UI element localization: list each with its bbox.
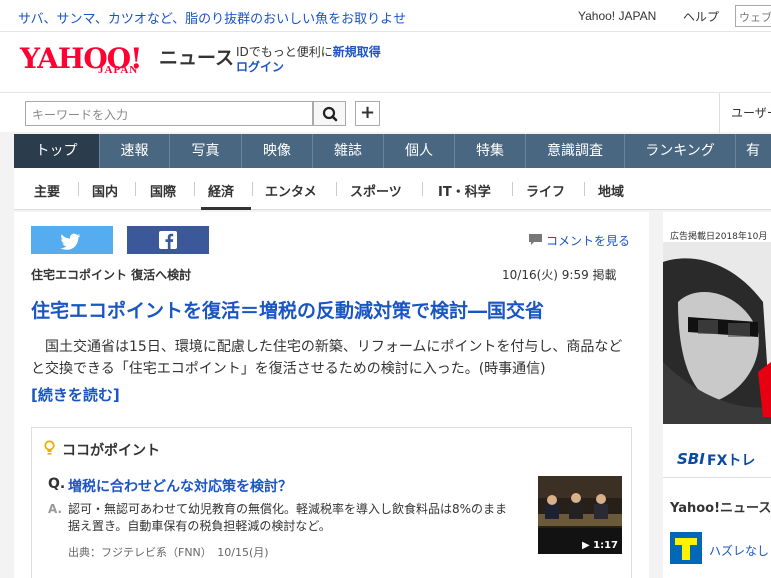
web-search-input[interactable]: ウェブ [735,5,771,27]
tpoint-logo[interactable] [670,532,702,564]
tpoint-link[interactable]: ハズレなし [709,542,769,559]
read-more-link[interactable]: [続きを読む] [31,384,120,405]
article-headline[interactable]: 住宅エコポイントを復活＝増税の反動減対策で検討―国交省 [31,296,544,323]
video-thumbnail[interactable]: ▶ 1:17 [538,476,622,554]
cat-separator [584,182,585,196]
nav-video[interactable]: 映像 [242,134,313,168]
facebook-icon [159,231,177,249]
search-row: キーワードを入力 + ユーザー [0,92,771,133]
cat-it-science[interactable]: IT・科学 [438,181,491,200]
question-link[interactable]: 増税に合わせどんな対応策を検討？ [68,476,292,496]
nav-individual[interactable]: 個人 [384,134,455,168]
answer-source: 出典：フジテレビ系（FNN） 10/15(月) [68,546,269,559]
main-nav: トップ 速報 写真 映像 雑誌 個人 特集 意識調査 ランキング 有 [14,134,771,168]
login-link[interactable]: ログイン [236,58,284,75]
point-box: ココがポイント Q. 増税に合わせどんな対応策を検討？ A. 認可・無認可あわせ… [31,427,632,578]
nav-photo[interactable]: 写真 [170,134,242,168]
cat-life[interactable]: ライフ [526,181,565,200]
cat-separator [135,182,136,196]
help-link[interactable]: ヘルプ [683,8,719,25]
article-category[interactable]: 住宅エコポイント 復活へ検討 [31,266,191,283]
keyword-search-input[interactable]: キーワードを入力 [25,101,313,126]
comment-icon [529,234,542,245]
add-button[interactable]: + [355,101,380,126]
search-button[interactable] [313,101,346,126]
article-panel: コメントを見る 住宅エコポイント 復活へ検討 10/16(火) 9:59 掲載 … [14,212,649,578]
article-date: 10/16(火) 9:59 掲載 [502,268,617,282]
cat-separator [252,182,253,196]
article-lead: 国土交通省は15日、環境に配慮した住宅の新築、リフォームにポイントを付与し、商品… [31,339,623,377]
facebook-share-button[interactable] [127,226,209,254]
answer-label: A. [48,502,63,516]
nav-more[interactable]: 有 [736,134,771,168]
active-category-underline [201,207,251,210]
video-duration: ▶ 1:17 [581,540,618,551]
comment-link[interactable]: コメントを見る [546,232,630,249]
lightbulb-icon [44,440,55,455]
nav-magazine[interactable]: 雑誌 [313,134,384,168]
cat-world[interactable]: 国際 [150,181,176,200]
sbi-fx-banner[interactable]: SBI FXトレ [663,442,771,478]
nav-breaking[interactable]: 速報 [100,134,170,168]
category-nav: 主要 国内 国際 経済 エンタメ スポーツ IT・科学 ライフ 地域 [14,168,771,210]
id-promo-text: IDでもっと便利に [236,45,333,59]
video-duration-value: 1:17 [593,540,618,551]
nav-survey[interactable]: 意識調査 [526,134,625,168]
cat-separator [78,182,79,196]
cat-separator [194,182,195,196]
question-label: Q. [48,476,66,492]
sbi-logo: SBI [677,450,705,468]
nav-ranking[interactable]: ランキング [625,134,736,168]
search-icon [322,106,338,122]
cat-region[interactable]: 地域 [598,181,624,200]
answer-text: 認可・無認可あわせて幼児教育の無償化。軽減税率を導入し飲食料品は8%のまま据え置… [68,502,508,533]
tpoint-t-icon [675,538,697,560]
header: YAHOO! JAPAN ニュース IDでもっと便利に新規取得 ログイン [0,32,771,92]
user-area[interactable]: ユーザー [719,93,771,133]
cat-separator [512,182,513,196]
cat-main[interactable]: 主要 [34,181,60,200]
point-title: ココがポイント [62,443,160,459]
twitter-share-button[interactable] [31,226,113,254]
ad-banner[interactable] [663,242,771,424]
sidebar: 広告掲載日2018年10月 SBI FXトレ Yahoo!ニュース ハズレなし [663,212,771,578]
yahoo-logo-japan: JAPAN [98,64,139,76]
cat-entertainment[interactable]: エンタメ [265,181,317,200]
sbi-fx-text: FXトレ [707,453,756,469]
ad-portrait-image [663,242,771,424]
cat-sports[interactable]: スポーツ [350,181,402,200]
yahoo-japan-link[interactable]: Yahoo! JAPAN [578,9,656,23]
cat-separator [422,182,423,196]
yahoo-news-heading: Yahoo!ニュース [670,501,771,516]
nav-top[interactable]: トップ [14,134,100,168]
cat-economy[interactable]: 経済 [208,181,234,200]
cat-domestic[interactable]: 国内 [92,181,118,200]
top-bar: サバ、サンマ、カツオなど、脂のり抜群のおいしい魚をお取りよせ Yahoo! JA… [0,0,771,32]
signup-link[interactable]: 新規取得 [333,45,381,59]
cat-separator [336,182,337,196]
news-logo[interactable]: ニュース [159,43,234,70]
nav-feature[interactable]: 特集 [455,134,526,168]
ad-label: 広告掲載日2018年10月 [670,232,768,242]
promo-link[interactable]: サバ、サンマ、カツオなど、脂のり抜群のおいしい魚をお取りよせ [18,8,406,27]
twitter-icon [60,233,81,250]
